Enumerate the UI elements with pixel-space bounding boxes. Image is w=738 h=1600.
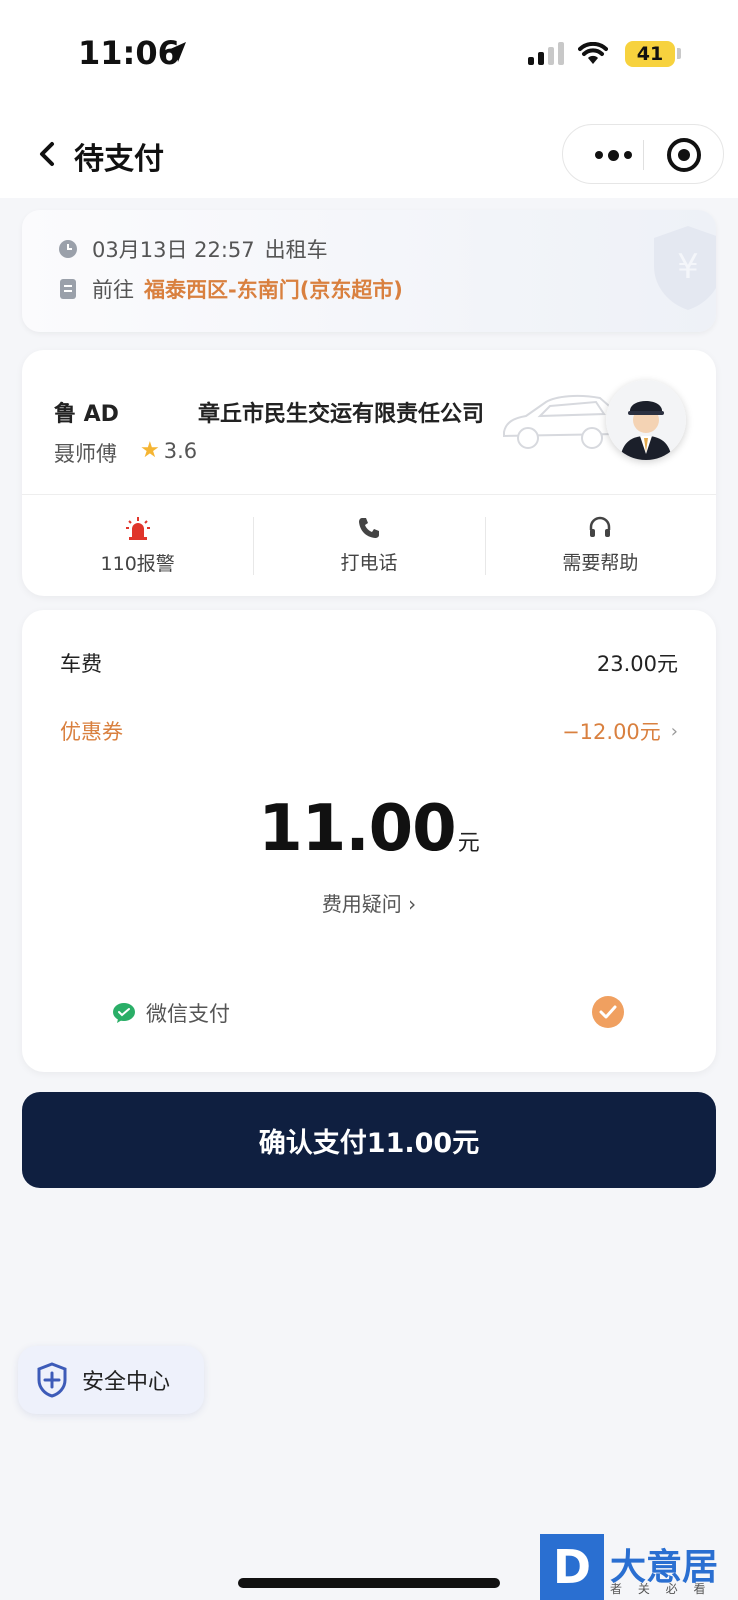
total-amount-unit: 元 xyxy=(457,831,480,856)
fee-query-link[interactable]: 费用疑问 › xyxy=(22,888,716,917)
fee-query-label: 费用疑问 xyxy=(321,892,402,916)
fare-value: 23.00元 xyxy=(596,652,678,676)
license-plate: 鲁 AD xyxy=(54,402,119,427)
trip-ride-type: 出租车 xyxy=(264,238,328,262)
phone-icon xyxy=(358,518,379,538)
shield-plus-icon xyxy=(37,1362,67,1398)
car-illustration-icon xyxy=(503,394,617,449)
safety-center-button[interactable]: 安全中心 xyxy=(18,1346,204,1414)
payment-method[interactable]: 微信支付 xyxy=(112,998,230,1028)
battery-icon: 41 xyxy=(625,41,675,67)
star-icon: ★ xyxy=(140,438,160,463)
svg-text:¥: ¥ xyxy=(677,247,699,287)
destination-value: 福泰西区-东南门(京东超市) xyxy=(144,278,403,302)
watermark-subtext: 者 关 必 看 xyxy=(610,1582,712,1596)
driver-name: 聂师傅 xyxy=(54,442,117,466)
battery-cap xyxy=(677,48,681,59)
chevron-right-icon: › xyxy=(670,720,678,742)
fee-card: 车费 23.00元 优惠券 −12.00元 › 11.00元 费用疑问 › 微信… xyxy=(22,610,716,1072)
action-label: 110报警 xyxy=(100,553,175,575)
police-110-button[interactable]: 110报警 xyxy=(22,495,253,596)
page-title: 待支付 xyxy=(74,142,164,177)
capsule-divider xyxy=(643,140,644,170)
headset-icon xyxy=(590,516,611,537)
wechat-pay-icon xyxy=(113,1003,135,1023)
need-help-button[interactable]: 需要帮助 xyxy=(484,495,716,596)
fare-label: 车费 xyxy=(60,652,102,676)
close-target-icon[interactable] xyxy=(667,138,701,172)
coupon-label: 优惠券 xyxy=(60,720,123,744)
total-amount: 11.00元 xyxy=(22,792,716,866)
fare-row: 车费 23.00元 xyxy=(60,648,678,678)
total-amount-value: 11.00 xyxy=(258,792,456,866)
coupon-row[interactable]: 优惠券 −12.00元 › xyxy=(60,716,678,746)
trip-info-card: 03月13日 22:57 出租车 前往 福泰西区-东南门(京东超市) ¥ xyxy=(22,210,716,332)
payment-method-label: 微信支付 xyxy=(146,1002,230,1026)
yuan-shield-icon: ¥ xyxy=(654,226,716,310)
cellular-signal-icon xyxy=(528,42,564,65)
navigation-bar: 待支付 xyxy=(0,110,738,198)
driver-rating: ★ 3.6 xyxy=(140,438,197,463)
document-icon xyxy=(60,279,76,299)
home-indicator xyxy=(238,1578,500,1588)
wifi-icon xyxy=(578,42,608,64)
action-label: 需要帮助 xyxy=(562,552,639,574)
trip-time-row: 03月13日 22:57 出租车 xyxy=(58,234,328,264)
miniapp-capsule xyxy=(562,124,724,184)
driver-card: 鲁 AD 章丘市民生交运有限责任公司 聂师傅 ★ 3.6 110报警 打电话 需… xyxy=(22,350,716,596)
alarm-icon xyxy=(125,517,150,540)
status-time: 11:06 xyxy=(78,34,180,72)
clock-icon xyxy=(59,240,77,258)
driver-figure-icon xyxy=(606,380,686,460)
status-bar: 11:06 41 xyxy=(0,0,738,110)
confirm-pay-button[interactable]: 确认支付11.00元 xyxy=(22,1092,716,1188)
destination-label: 前往 xyxy=(92,278,134,302)
trip-destination-row: 前往 福泰西区-东南门(京东超市) xyxy=(58,274,403,304)
driver-actions: 110报警 打电话 需要帮助 xyxy=(22,494,716,596)
location-arrow-icon xyxy=(168,42,186,62)
payment-selected-check[interactable] xyxy=(592,996,624,1028)
coupon-value-group: −12.00元 › xyxy=(562,716,678,746)
back-arrow-icon[interactable] xyxy=(28,134,68,174)
action-label: 打电话 xyxy=(340,552,398,574)
chevron-right-icon: › xyxy=(408,892,417,916)
driver-avatar[interactable] xyxy=(606,380,686,460)
watermark-logo: D 大意居 者 关 必 看 xyxy=(540,1534,738,1600)
safety-center-label: 安全中心 xyxy=(82,1370,171,1395)
more-dots-icon[interactable] xyxy=(585,125,641,185)
watermark-letter: D xyxy=(540,1534,604,1600)
rating-value: 3.6 xyxy=(163,438,198,463)
check-icon xyxy=(599,1005,617,1019)
coupon-value: −12.00元 xyxy=(562,720,661,744)
trip-datetime: 03月13日 22:57 xyxy=(92,238,255,262)
taxi-company: 章丘市民生交运有限责任公司 xyxy=(198,402,485,427)
call-driver-button[interactable]: 打电话 xyxy=(253,495,484,596)
